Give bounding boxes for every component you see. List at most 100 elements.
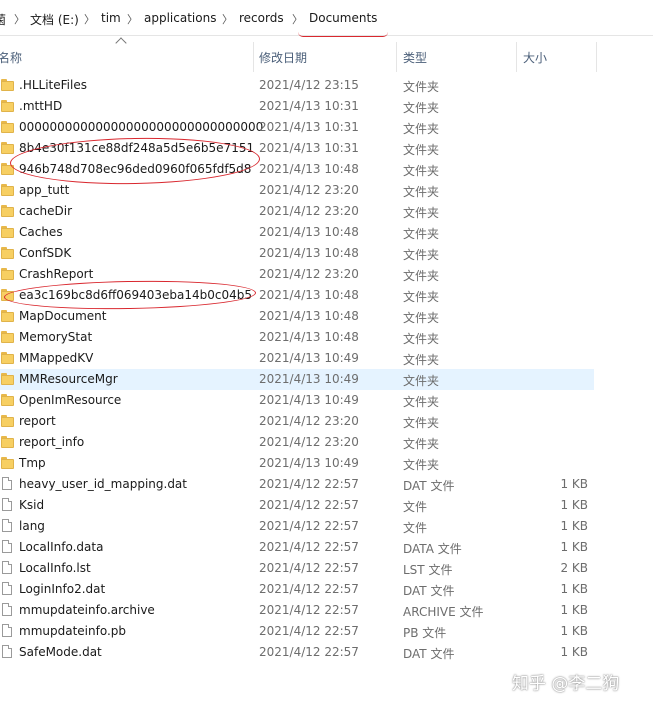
- folder-row[interactable]: .mttHD 2021/4/13 10:31 文件夹: [0, 96, 594, 117]
- chevron-right-icon: 〉: [14, 13, 25, 26]
- column-header-size[interactable]: 大小: [523, 49, 547, 66]
- file-row[interactable]: heavy_user_id_mapping.dat 2021/4/12 22:57…: [0, 474, 594, 495]
- row-name: ea3c169bc8d6ff069403eba14b0c04b5: [19, 288, 253, 302]
- row-date: 2021/4/13 10:48: [259, 225, 359, 239]
- column-header-row: 名称 修改日期 类型 大小: [0, 36, 653, 72]
- row-type: 文件夹: [403, 227, 440, 241]
- column-header-type[interactable]: 类型: [403, 49, 427, 66]
- row-name: LocalInfo.data: [19, 540, 104, 554]
- row-size: 1 KB: [560, 645, 588, 659]
- breadcrumb-item-documents[interactable]: Documents: [309, 11, 377, 25]
- folder-row[interactable]: MemoryStat 2021/4/13 10:48 文件夹: [0, 327, 594, 348]
- file-row[interactable]: SafeMode.dat 2021/4/12 22:57 DAT 文件 1 KB: [0, 642, 594, 663]
- row-type: 文件夹: [403, 332, 440, 346]
- file-row[interactable]: mmupdateinfo.archive 2021/4/12 22:57 ARCHI…: [0, 600, 594, 621]
- folder-icon: [1, 288, 14, 302]
- row-date: 2021/4/12 22:57: [259, 624, 359, 638]
- row-type: DAT 文件: [403, 647, 455, 661]
- row-name: report: [19, 414, 56, 428]
- row-type: 文件夹: [403, 269, 440, 283]
- row-type: 文件夹: [403, 80, 440, 94]
- column-divider[interactable]: [596, 42, 597, 72]
- row-date: 2021/4/13 10:49: [259, 393, 359, 407]
- column-header-date[interactable]: 修改日期: [259, 49, 307, 66]
- folder-row[interactable]: report 2021/4/12 23:20 文件夹: [0, 411, 594, 432]
- row-date: 2021/4/13 10:31: [259, 99, 359, 113]
- folder-row[interactable]: 946b748d708ec96ded0960f065fdf5d8 2021/4/1…: [0, 159, 594, 180]
- folder-row[interactable]: 8b4e30f131ce88df248a5d5e6b5e7151 2021/4/1…: [0, 138, 594, 159]
- row-name: MMappedKV: [19, 351, 94, 365]
- chevron-right-icon: 〉: [127, 13, 138, 26]
- file-row[interactable]: lang 2021/4/12 22:57 文件 1 KB: [0, 516, 594, 537]
- file-row[interactable]: LoginInfo2.dat 2021/4/12 22:57 DAT 文件 1 KB: [0, 579, 594, 600]
- row-name: app_tutt: [19, 183, 70, 197]
- row-date: 2021/4/13 10:49: [259, 456, 359, 470]
- row-type: LST 文件: [403, 563, 453, 577]
- row-type: ARCHIVE 文件: [403, 605, 484, 619]
- folder-row[interactable]: app_tutt 2021/4/12 23:20 文件夹: [0, 180, 594, 201]
- row-name: Tmp: [19, 456, 46, 470]
- folder-icon: [1, 414, 14, 428]
- folder-icon: [1, 162, 14, 176]
- column-divider[interactable]: [396, 42, 397, 72]
- row-name: 00000000000000000000000000000000: [19, 120, 264, 134]
- row-type: 文件夹: [403, 143, 440, 157]
- row-size: 1 KB: [560, 582, 588, 596]
- folder-row[interactable]: ConfSDK 2021/4/13 10:48 文件夹: [0, 243, 594, 264]
- row-date: 2021/4/13 10:48: [259, 288, 359, 302]
- file-icon: [1, 624, 14, 638]
- row-name: SafeMode.dat: [19, 645, 102, 659]
- row-type: PB 文件: [403, 626, 447, 640]
- folder-row[interactable]: Caches 2021/4/13 10:48 文件夹: [0, 222, 594, 243]
- folder-row[interactable]: report_info 2021/4/12 23:20 文件夹: [0, 432, 594, 453]
- row-date: 2021/4/12 23:20: [259, 267, 359, 281]
- row-name: ConfSDK: [19, 246, 72, 260]
- folder-row[interactable]: .HLLiteFiles 2021/4/12 23:15 文件夹: [0, 75, 594, 96]
- folder-row[interactable]: ea3c169bc8d6ff069403eba14b0c04b5 2021/4/1…: [0, 285, 594, 306]
- watermark: 知乎 @李二狗: [512, 674, 620, 694]
- file-icon: [1, 603, 14, 617]
- folder-icon: [1, 456, 14, 470]
- folder-row[interactable]: MapDocument 2021/4/13 10:48 文件夹: [0, 306, 594, 327]
- folder-icon: [1, 267, 14, 281]
- row-name: CrashReport: [19, 267, 94, 281]
- row-name: MapDocument: [19, 309, 107, 323]
- breadcrumb-item-applications[interactable]: applications: [144, 11, 216, 25]
- breadcrumb-item-tim[interactable]: tim: [101, 11, 121, 25]
- breadcrumb-item-records[interactable]: records: [239, 11, 284, 25]
- folder-row[interactable]: cacheDir 2021/4/12 23:20 文件夹: [0, 201, 594, 222]
- file-row[interactable]: LocalInfo.lst 2021/4/12 22:57 LST 文件 2 KB: [0, 558, 594, 579]
- row-date: 2021/4/12 22:57: [259, 519, 359, 533]
- folder-row[interactable]: MMappedKV 2021/4/13 10:49 文件夹: [0, 348, 594, 369]
- folder-row[interactable]: MMResourceMgr 2021/4/13 10:49 文件夹: [0, 369, 594, 390]
- row-date: 2021/4/12 22:57: [259, 582, 359, 596]
- file-row[interactable]: mmupdateinfo.pb 2021/4/12 22:57 PB 文件 1 KB: [0, 621, 594, 642]
- row-type: 文件夹: [403, 185, 440, 199]
- file-row[interactable]: LocalInfo.data 2021/4/12 22:57 DATA 文件 1 KB: [0, 537, 594, 558]
- folder-icon: [1, 120, 14, 134]
- row-type: DATA 文件: [403, 542, 462, 556]
- breadcrumb-item-root[interactable]: 菌: [0, 11, 6, 28]
- file-icon: [1, 645, 14, 659]
- file-icon: [1, 477, 14, 491]
- file-icon: [1, 519, 14, 533]
- column-header-name[interactable]: 名称: [0, 49, 22, 66]
- row-date: 2021/4/12 22:57: [259, 645, 359, 659]
- folder-row[interactable]: CrashReport 2021/4/12 23:20 文件夹: [0, 264, 594, 285]
- row-name: report_info: [19, 435, 85, 449]
- column-divider[interactable]: [253, 42, 254, 72]
- folder-icon: [1, 372, 14, 386]
- row-type: 文件: [403, 521, 428, 535]
- row-date: 2021/4/13 10:31: [259, 141, 359, 155]
- column-divider[interactable]: [516, 42, 517, 72]
- row-type: 文件夹: [403, 395, 440, 409]
- breadcrumb-item-drive[interactable]: 文档 (E:): [30, 11, 79, 28]
- row-name: mmupdateinfo.archive: [19, 603, 155, 617]
- file-row[interactable]: Ksid 2021/4/12 22:57 文件 1 KB: [0, 495, 594, 516]
- folder-row[interactable]: OpenImResource 2021/4/13 10:49 文件夹: [0, 390, 594, 411]
- folder-row[interactable]: Tmp 2021/4/13 10:49 文件夹: [0, 453, 594, 474]
- row-type: 文件: [403, 500, 428, 514]
- folder-row[interactable]: 00000000000000000000000000000000 2021/4/1…: [0, 117, 594, 138]
- chevron-right-icon: 〉: [222, 13, 233, 26]
- row-size: 1 KB: [560, 498, 588, 512]
